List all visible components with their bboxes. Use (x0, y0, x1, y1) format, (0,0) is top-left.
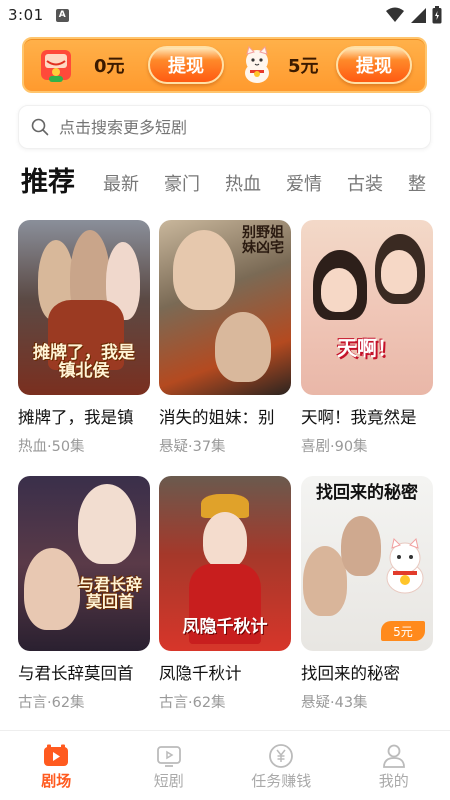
coin-reward: 5元 (240, 39, 319, 91)
nav-tasks[interactable]: 任务赚钱 (225, 731, 338, 800)
status-indicators (386, 6, 442, 24)
tab-costume[interactable]: 古装 (347, 170, 383, 204)
drama-poster[interactable]: 与君长辞莫回首 (18, 476, 150, 651)
nav-theater[interactable]: 剧场 (0, 731, 113, 800)
cash-withdraw-button[interactable]: 提现 (148, 46, 224, 84)
nav-label: 剧场 (41, 772, 72, 790)
drama-card[interactable]: 找回来的秘密 5元 找回来的秘密 悬疑·43集 (301, 476, 433, 712)
drama-meta: 喜剧·90集 (301, 439, 368, 455)
drama-card[interactable]: 天啊！ 天啊！我竟然是 喜剧·90集 (301, 220, 433, 456)
poster-title-art: 天啊！ (337, 336, 397, 360)
drama-meta: 古言·62集 (18, 695, 85, 711)
drama-title[interactable]: 摊牌了，我是镇 (18, 404, 150, 428)
drama-card[interactable]: 摊牌了，我是镇北侯 摊牌了，我是镇 热血·50集 (18, 220, 150, 456)
search-bar[interactable] (18, 105, 431, 149)
signal-icon (411, 8, 426, 23)
poster-title-art: 找回来的秘密 (316, 483, 418, 503)
lucky-cat-icon (245, 46, 269, 83)
cash-reward: 0元 (38, 39, 125, 91)
drama-meta: 热血·50集 (18, 439, 85, 455)
battery-icon (432, 6, 442, 24)
nav-profile[interactable]: 我的 (338, 731, 450, 800)
tab-wealthy-family[interactable]: 豪门 (164, 170, 200, 204)
tab-latest[interactable]: 最新 (103, 170, 139, 204)
drama-card[interactable]: 别野姐妹凶宅 消失的姐妹：别 悬疑·37集 (159, 220, 291, 456)
coin-amount: 5元 (288, 56, 319, 77)
wifi-icon (386, 7, 404, 22)
drama-poster[interactable]: 别野姐妹凶宅 (159, 220, 291, 395)
tab-action[interactable]: 热血 (225, 170, 261, 204)
reward-tag: 5元 (381, 621, 425, 641)
drama-poster[interactable]: 找回来的秘密 5元 (301, 476, 433, 651)
drama-title[interactable]: 凤隐千秋计 (159, 660, 291, 684)
drama-poster[interactable]: 天啊！ (301, 220, 433, 395)
tab-recommended[interactable]: 推荐 (21, 160, 75, 204)
nav-label: 任务赚钱 (251, 772, 312, 790)
theater-icon (43, 743, 69, 769)
drama-poster[interactable]: 凤隐千秋计 (159, 476, 291, 651)
poster-title-art: 与君长辞莫回首 (77, 574, 142, 612)
drama-title[interactable]: 天啊！我竟然是 (301, 404, 433, 428)
reward-banner: 0元 提现 5元 提现 (22, 37, 427, 93)
profile-icon (381, 743, 407, 769)
drama-card[interactable]: 与君长辞莫回首 与君长辞莫回首 古言·62集 (18, 476, 150, 712)
drama-title[interactable]: 与君长辞莫回首 (18, 660, 150, 684)
poster-title-art: 凤隐千秋计 (182, 617, 268, 638)
category-tabs: 推荐 最新 豪门 热血 爱情 古装 整 (21, 160, 450, 204)
yen-coin-icon (268, 743, 294, 769)
drama-poster[interactable]: 摊牌了，我是镇北侯 (18, 220, 150, 395)
lucky-cat-icon (386, 538, 424, 594)
coin-withdraw-button[interactable]: 提现 (336, 46, 412, 84)
poster-title-art: 别野姐妹凶宅 (242, 225, 284, 257)
tv-icon (156, 743, 182, 769)
drama-card[interactable]: 凤隐千秋计 凤隐千秋计 古言·62集 (159, 476, 291, 712)
drama-meta: 悬疑·37集 (159, 439, 226, 455)
drama-meta: 悬疑·43集 (301, 695, 368, 711)
poster-title-art: 摊牌了，我是镇北侯 (33, 342, 135, 382)
search-input[interactable] (59, 117, 399, 137)
nav-label: 短剧 (153, 772, 184, 790)
nav-label: 我的 (378, 772, 409, 790)
search-icon (31, 118, 49, 136)
drama-title[interactable]: 消失的姐妹：别 (159, 404, 291, 428)
tab-romance[interactable]: 爱情 (286, 170, 322, 204)
drama-meta: 古言·62集 (159, 695, 226, 711)
drama-title[interactable]: 找回来的秘密 (301, 660, 433, 684)
red-envelope-icon (41, 50, 71, 82)
tab-more[interactable]: 整 (408, 170, 426, 204)
nav-shorts[interactable]: 短剧 (113, 731, 226, 800)
status-bar: 3:01 A (0, 0, 450, 30)
status-time: 3:01 (8, 6, 44, 24)
notification-app-icon: A (55, 8, 69, 22)
cash-amount: 0元 (94, 56, 125, 77)
bottom-nav: 剧场 短剧 任务赚钱 我的 (0, 730, 450, 800)
